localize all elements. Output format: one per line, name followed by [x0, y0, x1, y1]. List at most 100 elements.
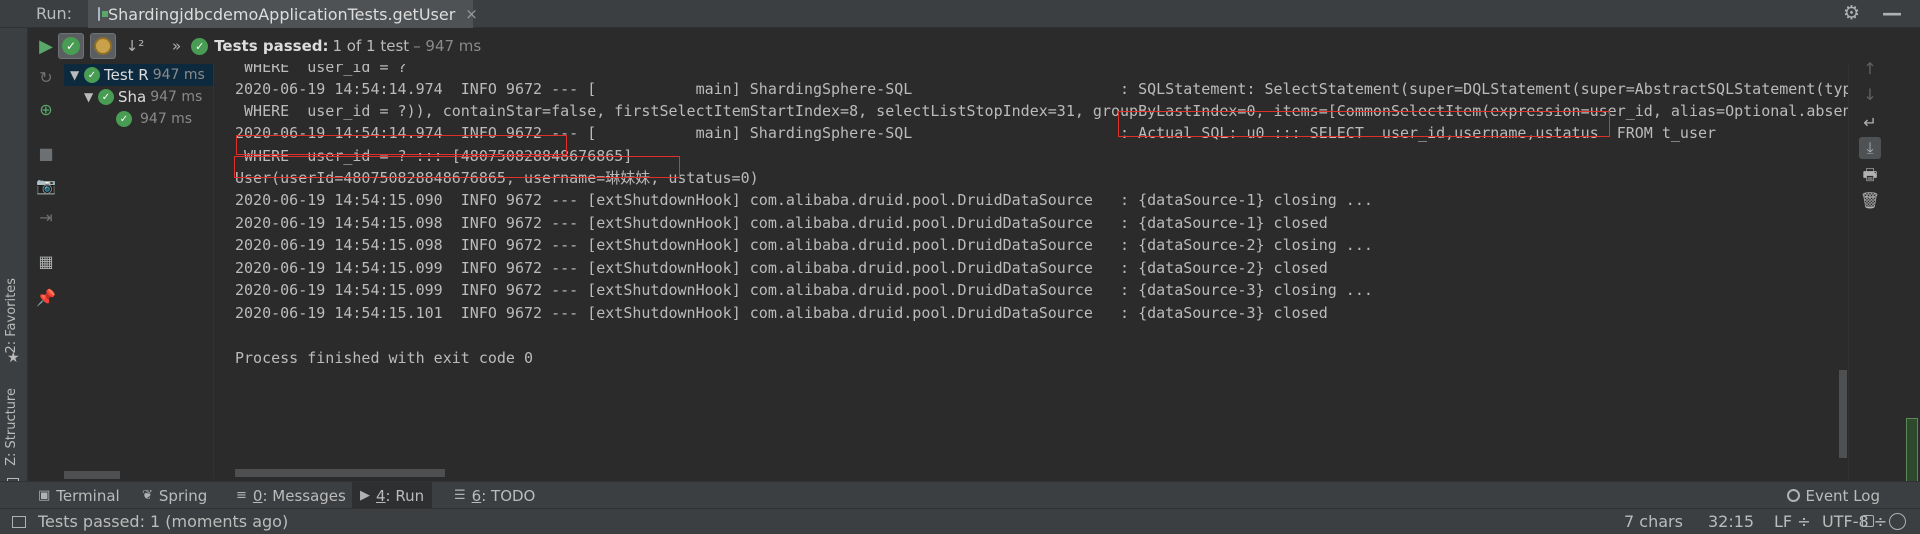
passed-check-icon: ✓	[98, 89, 114, 105]
structure-tab[interactable]: Z: Structure	[4, 388, 19, 466]
test-class-icon	[98, 7, 108, 21]
minimize-icon[interactable]: —	[1882, 1, 1902, 25]
console-line: 2020-06-19 14:54:15.090 INFO 9672 --- [e…	[235, 191, 1373, 209]
scrollbar-thumb[interactable]	[64, 471, 120, 479]
spring-tab-label: Spring	[158, 486, 208, 505]
toggle-auto-test-icon[interactable]: ⊕	[36, 100, 56, 120]
tree-row-label: Test R	[104, 66, 149, 84]
run-tab[interactable]: ▶ 4: Run	[352, 482, 433, 509]
export-icon[interactable]: ⇥	[36, 208, 56, 228]
run-side-toolbar: ▶ ↻ ⊕ ■ 📷 ⇥ ▦ 📌	[30, 36, 62, 486]
toggle-tool-windows-icon[interactable]	[12, 515, 26, 528]
messages-tab[interactable]: ≡ 0: Messages	[228, 482, 354, 509]
passed-check-icon: ✓	[84, 67, 100, 83]
show-passed-button[interactable]: ✓	[58, 33, 84, 59]
test-results-tree: ▼ ✓ Test R 947 ms ▼ ✓ Sha 947 ms ✓ 947 m…	[64, 64, 214, 479]
console-line: 2020-06-19 14:54:15.099 INFO 9672 --- [e…	[235, 281, 1373, 299]
rerun-failed-icon[interactable]: ↻	[36, 68, 56, 88]
tests-count: 1 of 1 test	[332, 37, 410, 55]
tree-row-test-results[interactable]: ▼ ✓ Test R 947 ms	[64, 64, 213, 86]
console-line: 2020-06-19 14:54:15.101 INFO 9672 --- [e…	[235, 304, 1328, 322]
passed-status-icon: ✓	[191, 37, 209, 55]
todo-tab-key: 6	[471, 486, 482, 505]
tree-row-time: 947 ms	[152, 67, 205, 83]
soft-wrap-icon[interactable]: ↵	[1859, 112, 1881, 134]
terminal-tab-label: Terminal	[56, 486, 120, 505]
star-icon: ★	[7, 350, 20, 366]
ignored-icon	[94, 37, 112, 55]
todo-icon: ☰	[454, 488, 466, 503]
highlight-box-user-result	[234, 156, 680, 178]
passed-check-icon: ✓	[116, 111, 132, 127]
run-icon: ▶	[360, 488, 370, 503]
spring-tab[interactable]: ❦ Spring	[134, 482, 215, 509]
tests-duration: – 947 ms	[413, 37, 482, 55]
tree-row-time: 947 ms	[140, 111, 193, 127]
tree-row-test-method[interactable]: ✓ 947 ms	[116, 108, 192, 130]
status-message: Tests passed: 1 (moments ago)	[38, 512, 289, 531]
more-chevron-icon[interactable]: »	[172, 37, 181, 55]
trash-icon[interactable]: 🗑	[1859, 190, 1881, 212]
gear-icon[interactable]: ⚙	[1843, 2, 1860, 24]
tree-horizontal-scrollbar[interactable]	[64, 471, 213, 479]
selected-chars: 7 chars	[1624, 512, 1683, 531]
camera-icon[interactable]: 📷	[36, 176, 56, 196]
status-bar: Tests passed: 1 (moments ago) 7 chars 32…	[0, 508, 1920, 534]
messages-tab-key: 0	[252, 486, 263, 505]
caret-position[interactable]: 32:15	[1708, 512, 1754, 531]
event-log-label: Event Log	[1805, 486, 1880, 505]
inspector-face-icon[interactable]	[1889, 513, 1906, 530]
console-output[interactable]: WHERE user_id = ? 2020-06-19 14:54:14.97…	[216, 64, 1848, 479]
todo-tab[interactable]: ☰ 6: TODO	[446, 482, 543, 509]
messages-tab-label: : Messages	[262, 486, 346, 505]
terminal-icon: ▣	[38, 488, 51, 503]
console-line: 2020-06-19 14:54:14.974 INFO 9672 --- [ …	[235, 80, 1848, 98]
show-ignored-button[interactable]	[90, 33, 116, 59]
console-vertical-scrollbar[interactable]	[1838, 64, 1848, 469]
scroll-to-end-icon[interactable]: ⤓	[1859, 137, 1881, 159]
run-tab-key: 4	[376, 486, 386, 505]
layout-icon[interactable]: ▦	[36, 252, 56, 272]
pin-icon[interactable]: 📌	[36, 288, 56, 308]
file-encoding[interactable]: UTF-8 ÷	[1822, 512, 1887, 531]
sort-icon: ↓²	[125, 37, 145, 55]
close-tab-icon[interactable]: ×	[465, 5, 478, 23]
tests-passed-label: Tests passed:	[214, 37, 329, 55]
memory-indicator[interactable]	[1906, 418, 1918, 488]
up-arrow-icon[interactable]: ↑	[1859, 58, 1881, 80]
terminal-tab[interactable]: ▣ Terminal	[30, 482, 128, 509]
event-log-icon	[1787, 489, 1801, 502]
print-icon[interactable]: 🖶	[1859, 164, 1881, 186]
favorites-tab[interactable]: 2: Favorites	[4, 278, 19, 354]
messages-icon: ≡	[236, 488, 247, 503]
expand-arrow-icon[interactable]: ▼	[70, 68, 84, 82]
console-line: 2020-06-19 14:54:15.098 INFO 9672 --- [e…	[235, 214, 1328, 232]
scrollbar-thumb[interactable]	[1839, 370, 1847, 458]
scrollbar-thumb[interactable]	[235, 469, 445, 477]
sort-button[interactable]: ↓²	[122, 33, 148, 59]
console-line: WHERE user_id = ?	[235, 64, 407, 76]
line-separator[interactable]: LF ÷	[1774, 512, 1811, 531]
run-config-tab[interactable]: ShardingjdbcdemoApplicationTests.getUser…	[88, 0, 478, 28]
check-icon: ✓	[62, 37, 80, 55]
tool-window-tabs: ▣ Terminal ❦ Spring ≡ 0: Messages ▶ 4: R…	[0, 481, 1920, 509]
console-line-process-finished: Process finished with exit code 0	[235, 349, 534, 367]
run-config-tab-label: ShardingjdbcdemoApplicationTests.getUser	[108, 4, 456, 24]
stop-icon[interactable]: ■	[36, 144, 56, 164]
left-tool-strip: 2: Favorites ★ Z: Structure	[0, 28, 28, 490]
console-line: 2020-06-19 14:54:15.099 INFO 9672 --- [e…	[235, 259, 1328, 277]
test-runner-toolbar: ✓ ↓² » ✓ Tests passed: 1 of 1 test – 947…	[30, 30, 1890, 62]
expand-arrow-icon[interactable]: ▼	[84, 90, 98, 104]
todo-tab-label: : TODO	[481, 486, 536, 505]
rerun-icon[interactable]: ▶	[36, 36, 56, 57]
console-line: 2020-06-19 14:54:15.098 INFO 9672 --- [e…	[235, 236, 1373, 254]
spring-leaf-icon: ❦	[142, 488, 153, 503]
event-log-tab[interactable]: Event Log	[1787, 482, 1880, 509]
highlight-box-actual-sql	[1118, 111, 1610, 137]
tree-row-test-class[interactable]: ▼ ✓ Sha 947 ms	[84, 86, 202, 108]
console-right-toolbar: ↑ ↓ ↵ ⤓ 🖶 🗑	[1848, 59, 1890, 479]
run-tab-label: : Run	[385, 486, 425, 505]
down-arrow-icon[interactable]: ↓	[1859, 84, 1881, 106]
lock-icon[interactable]	[1862, 515, 1874, 527]
console-horizontal-scrollbar[interactable]	[216, 469, 1848, 479]
